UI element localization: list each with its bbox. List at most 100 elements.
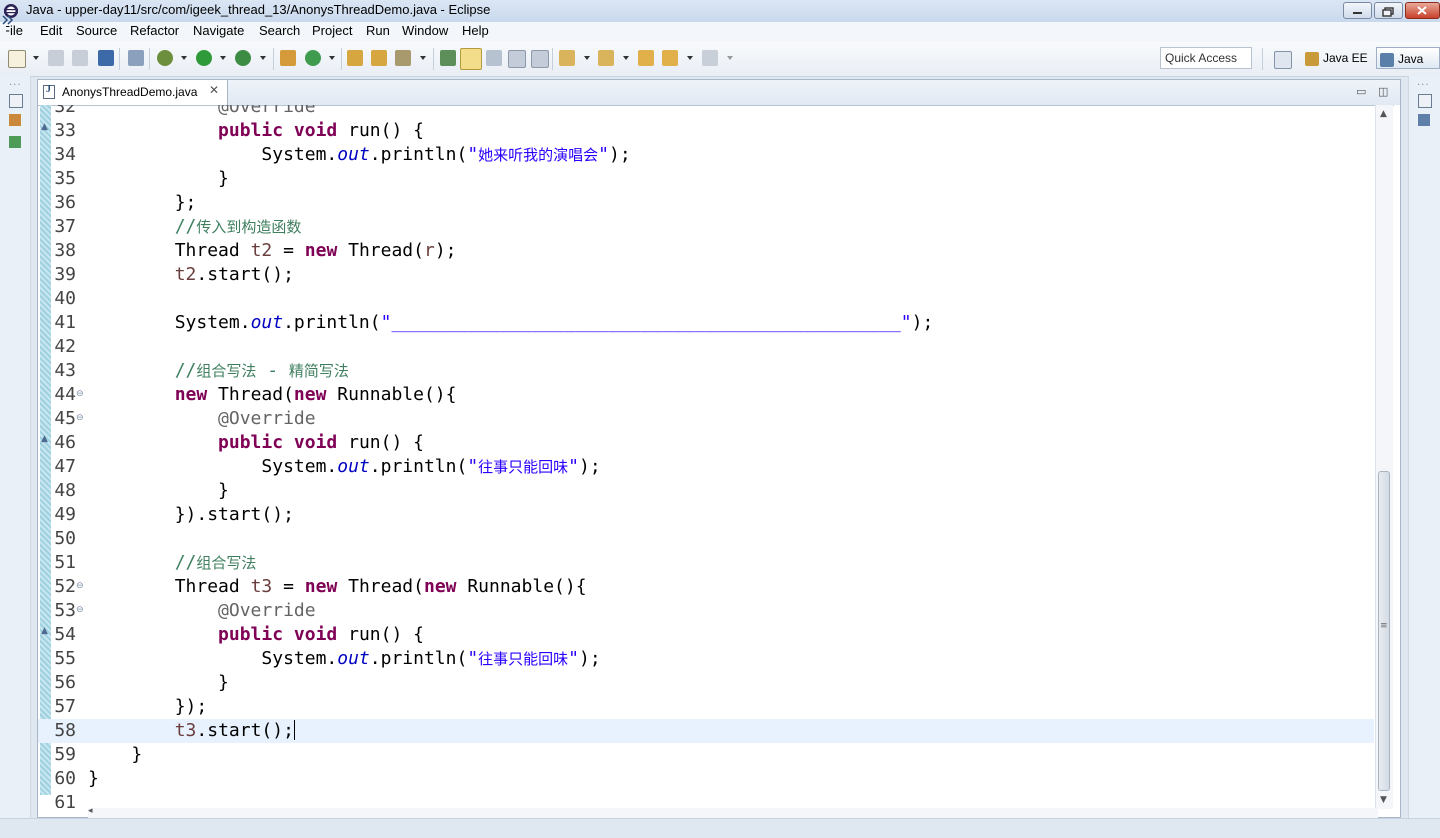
save-all-icon[interactable] xyxy=(72,50,88,66)
code-line[interactable]: 42 xyxy=(38,335,1374,359)
overview-ruler[interactable] xyxy=(1394,105,1400,809)
code-line[interactable]: 47 System.out.println("往事只能回味"); xyxy=(38,455,1374,479)
show-whitespace-icon[interactable] xyxy=(508,50,526,68)
code-line[interactable]: 60} xyxy=(38,767,1374,791)
menu-source[interactable]: Source xyxy=(76,23,117,38)
forward-icon[interactable] xyxy=(702,50,718,66)
run-dropdown-icon[interactable] xyxy=(220,56,226,60)
vertical-scrollbar[interactable]: ▲ ≡ ▼ xyxy=(1375,105,1393,809)
code-line[interactable]: 39 t2.start(); xyxy=(38,263,1374,287)
type-hierarchy-icon[interactable] xyxy=(9,136,21,148)
minimize-view-icon[interactable]: ▭ xyxy=(1356,85,1366,98)
minimize-button[interactable] xyxy=(1343,2,1372,19)
code-line[interactable]: 38 Thread t2 = new Thread(r); xyxy=(38,239,1374,263)
menu-help[interactable]: Help xyxy=(462,23,489,38)
back-dropdown-icon[interactable] xyxy=(687,56,693,60)
code-line[interactable]: 41 System.out.println("_________________… xyxy=(38,311,1374,335)
maximize-button[interactable] xyxy=(1374,2,1403,19)
editor-tab[interactable]: AnonysThreadDemo.java ✕ xyxy=(38,80,228,105)
perspective-java-ee[interactable]: Java EE xyxy=(1305,47,1368,69)
skip-breakpoints-icon[interactable] xyxy=(128,50,144,66)
last-edit-location-icon[interactable] xyxy=(638,50,654,66)
code-line[interactable]: ▲ 33 public void run() { xyxy=(38,119,1374,143)
outline-icon[interactable] xyxy=(1418,114,1430,126)
code-line[interactable]: 58 t3.start(); xyxy=(38,719,1374,743)
save-icon[interactable] xyxy=(48,50,64,66)
override-marker-icon[interactable]: ▲ xyxy=(41,122,48,132)
toggle-ant-icon[interactable] xyxy=(440,50,456,66)
package-explorer-icon[interactable] xyxy=(9,114,21,126)
code-line[interactable]: 57 }); xyxy=(38,695,1374,719)
horizontal-scrollbar[interactable]: ◂ xyxy=(88,806,1378,818)
code-line[interactable]: 52 ⊖ Thread t3 = new Thread(new Runnable(… xyxy=(38,575,1374,599)
next-annotation-icon[interactable] xyxy=(559,50,575,66)
code-line[interactable]: 50 xyxy=(38,527,1374,551)
debug-dropdown-icon[interactable] xyxy=(181,56,187,60)
menu-search[interactable]: Search xyxy=(259,23,300,38)
close-icon[interactable]: ✕ xyxy=(209,83,219,97)
scroll-up-icon[interactable]: ▲ xyxy=(1380,109,1387,119)
code-line[interactable]: 56 } xyxy=(38,671,1374,695)
run-icon[interactable] xyxy=(196,50,212,66)
terminal-icon[interactable] xyxy=(98,50,114,66)
code-line[interactable]: 37 //传入到构造函数 xyxy=(38,215,1374,239)
maximize-view-icon[interactable]: ◫ xyxy=(1378,85,1388,98)
code-line[interactable]: ▲ 54 public void run() { xyxy=(38,623,1374,647)
fold-collapse-icon[interactable]: ⊖ xyxy=(76,412,84,424)
code-line[interactable]: 35 } xyxy=(38,167,1374,191)
fold-collapse-icon[interactable]: ⊖ xyxy=(76,580,84,592)
close-window-button[interactable] xyxy=(1405,2,1440,19)
vertical-scrollbar-thumb[interactable]: ≡ xyxy=(1378,471,1390,791)
menu-run[interactable]: Run xyxy=(366,23,390,38)
back-icon[interactable] xyxy=(662,50,678,66)
code-line[interactable]: 36 }; xyxy=(38,191,1374,215)
previous-annotation-dropdown-icon[interactable] xyxy=(623,56,629,60)
fold-collapse-icon[interactable]: ⊖ xyxy=(76,388,84,400)
fold-collapse-icon[interactable]: ⊖ xyxy=(76,604,84,616)
forward-dropdown-icon[interactable] xyxy=(727,56,733,60)
code-line[interactable]: 43 //组合写法 - 精简写法 xyxy=(38,359,1374,383)
debug-icon[interactable] xyxy=(157,50,173,66)
external-tools-dropdown-icon[interactable] xyxy=(260,56,266,60)
code-line[interactable]: ▲ 46 public void run() { xyxy=(38,431,1374,455)
code-line[interactable]: 51 //组合写法 xyxy=(38,551,1374,575)
toggle-block-selection-icon[interactable] xyxy=(486,50,502,66)
search-dropdown-icon[interactable] xyxy=(420,56,426,60)
previous-annotation-icon[interactable] xyxy=(598,50,614,66)
scroll-left-icon[interactable]: ◂ xyxy=(88,806,93,816)
new-class-dropdown-icon[interactable] xyxy=(329,56,335,60)
mark-occurrences-icon[interactable] xyxy=(460,48,482,70)
restore-icon[interactable] xyxy=(1418,94,1432,108)
menu-window[interactable]: Window xyxy=(402,23,448,38)
code-line[interactable]: 44 ⊖ new Thread(new Runnable(){ xyxy=(38,383,1374,407)
open-resource-icon[interactable] xyxy=(371,50,387,66)
code-area[interactable]: 32 @Override ▲ 33 public void run() {34 Sy… xyxy=(38,105,1374,808)
new-package-icon[interactable] xyxy=(280,50,296,66)
code-line[interactable]: 48 } xyxy=(38,479,1374,503)
code-line[interactable]: 45 ⊖ @Override xyxy=(38,407,1374,431)
menu-refactor[interactable]: Refactor xyxy=(130,23,179,38)
override-marker-icon[interactable]: ▲ xyxy=(41,626,48,636)
menu-file[interactable]: File xyxy=(6,23,33,38)
open-type-icon[interactable] xyxy=(347,50,363,66)
menu-edit[interactable]: Edit xyxy=(40,23,62,38)
code-line[interactable]: 49 }).start(); xyxy=(38,503,1374,527)
new-dropdown-icon[interactable] xyxy=(33,56,39,60)
override-marker-icon[interactable]: ▲ xyxy=(41,434,48,444)
restore-icon[interactable] xyxy=(9,94,23,108)
code-line[interactable]: 55 System.out.println("往事只能回味"); xyxy=(38,647,1374,671)
code-line[interactable]: 59 } xyxy=(38,743,1374,767)
menu-project[interactable]: Project xyxy=(312,23,352,38)
code-line[interactable]: 53 ⊖ @Override xyxy=(38,599,1374,623)
code-line[interactable]: 34 System.out.println("她来听我的演唱会"); xyxy=(38,143,1374,167)
quick-access-input[interactable]: Quick Access xyxy=(1160,47,1252,69)
menu-navigate[interactable]: Navigate xyxy=(193,23,244,38)
code-line[interactable]: 61 xyxy=(38,791,1374,808)
open-perspective-icon[interactable] xyxy=(1274,51,1292,69)
new-class-icon[interactable] xyxy=(305,50,321,66)
search-icon[interactable] xyxy=(395,50,411,66)
new-icon[interactable] xyxy=(8,50,26,68)
external-tools-icon[interactable] xyxy=(235,50,251,66)
code-line[interactable]: 32 @Override xyxy=(38,105,1374,119)
paragraph-icon[interactable] xyxy=(531,50,549,68)
